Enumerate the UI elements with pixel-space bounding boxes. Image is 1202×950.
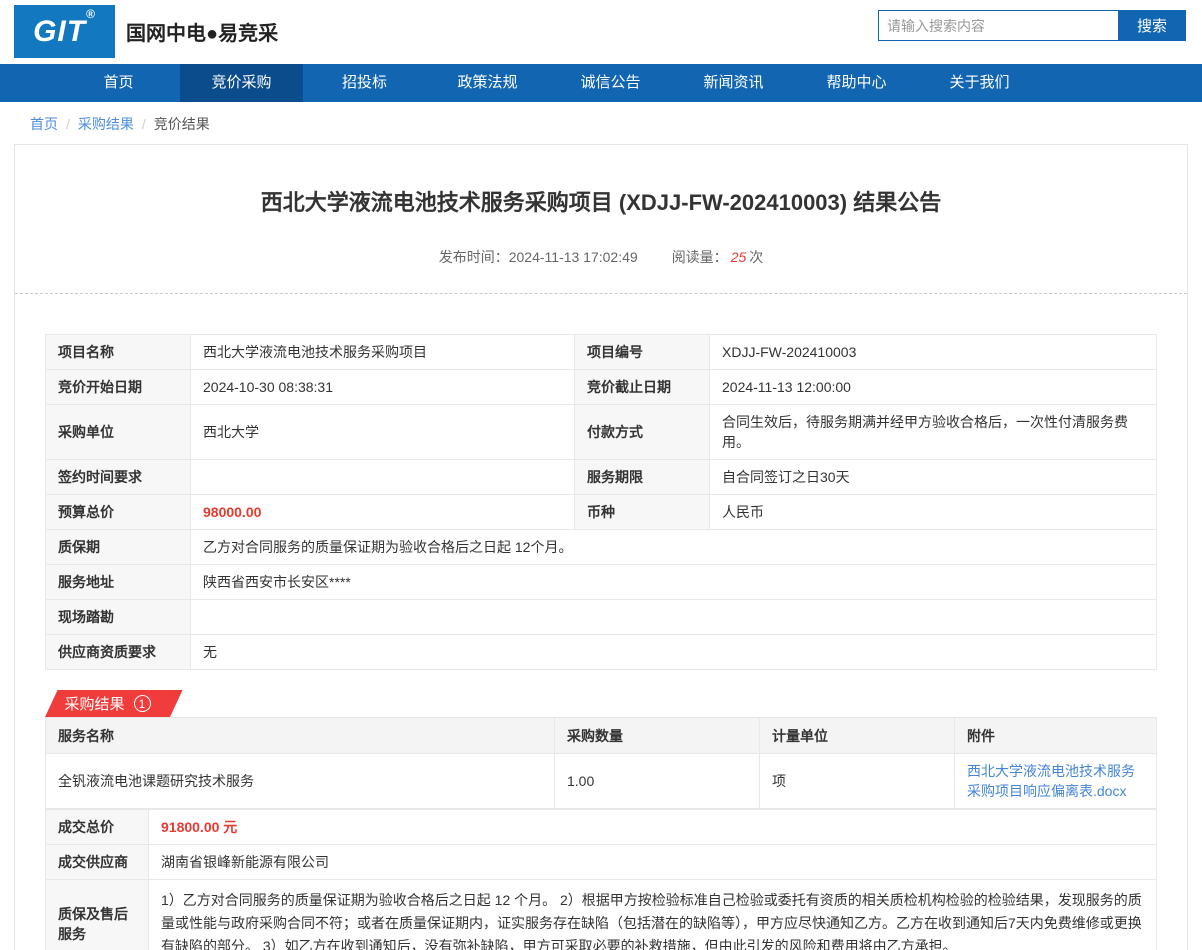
field-value: 2024-10-30 08:38:31 [191, 370, 575, 405]
site-title: 国网中电●易竞采 [126, 17, 278, 46]
site-logo[interactable]: GIT® [14, 5, 115, 58]
main-nav: 首页 竞价采购 招投标 政策法规 诚信公告 新闻资讯 帮助中心 关于我们 [0, 64, 1202, 102]
views-count: 25 [731, 249, 747, 265]
article-meta: 发布时间：2024-11-13 17:02:49 阅读量：25次 [45, 247, 1157, 267]
field-label: 成交供应商 [46, 845, 149, 880]
warranty-service-value: 1）乙方对合同服务的质量保证期为验收合格后之日起 12 个月。 2）根据甲方按检… [149, 880, 1157, 950]
field-label: 采购单位 [46, 405, 191, 460]
field-label: 竞价截止日期 [575, 370, 710, 405]
breadcrumb-section-link[interactable]: 采购结果 [78, 116, 134, 132]
dashed-divider [15, 293, 1187, 294]
table-row: 竞价开始日期 2024-10-30 08:38:31 竞价截止日期 2024-1… [46, 370, 1157, 405]
field-value: XDJJ-FW-202410003 [710, 335, 1157, 370]
deal-total-price-value: 91800.00 元 [149, 810, 1157, 845]
nav-item-policies[interactable]: 政策法规 [426, 64, 549, 102]
field-label: 预算总价 [46, 495, 191, 530]
views-unit: 次 [749, 249, 763, 265]
table-row: 供应商资质要求 无 [46, 635, 1157, 670]
budget-total-value: 98000.00 [191, 495, 575, 530]
deal-summary-table: 成交总价 91800.00 元 成交供应商 湖南省银峰新能源有限公司 质保及售后… [45, 809, 1157, 950]
search-bar: 搜索 [878, 10, 1186, 41]
search-input[interactable] [878, 10, 1118, 41]
table-row: 签约时间要求 服务期限 自合同签订之日30天 [46, 460, 1157, 495]
field-label: 现场踏勘 [46, 600, 191, 635]
views-label: 阅读量： [672, 249, 728, 265]
content-card: 西北大学液流电池技术服务采购项目 (XDJJ-FW-202410003) 结果公… [14, 144, 1188, 950]
table-header-row: 服务名称 采购数量 计量单位 附件 [46, 718, 1157, 754]
field-label: 服务地址 [46, 565, 191, 600]
result-badge-label: 采购结果 [64, 693, 124, 714]
field-value [191, 460, 575, 495]
field-label: 供应商资质要求 [46, 635, 191, 670]
field-value: 乙方对合同服务的质量保证期为验收合格后之日起 12个月。 [191, 530, 1157, 565]
field-value: 西北大学 [191, 405, 575, 460]
breadcrumb-home-link[interactable]: 首页 [30, 116, 58, 132]
result-badge-number: 1 [134, 695, 151, 712]
nav-item-news[interactable]: 新闻资讯 [672, 64, 795, 102]
field-label: 质保期 [46, 530, 191, 565]
table-row: 采购单位 西北大学 付款方式 合同生效后，待服务期满并经甲方验收合格后，一次性付… [46, 405, 1157, 460]
column-header-attachment: 附件 [955, 718, 1157, 754]
nav-item-integrity-notices[interactable]: 诚信公告 [549, 64, 672, 102]
field-label: 竞价开始日期 [46, 370, 191, 405]
field-label: 质保及售后服务 [46, 880, 149, 950]
nav-item-home[interactable]: 首页 [57, 64, 180, 102]
field-value: 西北大学液流电池技术服务采购项目 [191, 335, 575, 370]
procurement-result-section-header: 采购结果 1 [45, 690, 195, 717]
result-table: 服务名称 采购数量 计量单位 附件 全钒液流电池课题研究技术服务 1.00 项 … [45, 717, 1157, 809]
field-value: 合同生效后，待服务期满并经甲方验收合格后，一次性付清服务费用。 [710, 405, 1157, 460]
breadcrumb-separator: / [142, 116, 146, 132]
publish-time-value: 2024-11-13 17:02:49 [509, 249, 638, 265]
attachment-cell: 西北大学液流电池技术服务采购项目响应偏离表.docx [955, 754, 1157, 809]
page-title: 西北大学液流电池技术服务采购项目 (XDJJ-FW-202410003) 结果公… [45, 185, 1157, 217]
field-label: 项目编号 [575, 335, 710, 370]
breadcrumb: 首页 / 采购结果 / 竞价结果 [0, 102, 1202, 144]
top-header: GIT® 国网中电●易竞采 搜索 [0, 0, 1202, 64]
nav-item-tendering[interactable]: 招投标 [303, 64, 426, 102]
table-row: 项目名称 西北大学液流电池技术服务采购项目 项目编号 XDJJ-FW-20241… [46, 335, 1157, 370]
field-label: 币种 [575, 495, 710, 530]
table-row: 现场踏勘 [46, 600, 1157, 635]
search-button[interactable]: 搜索 [1118, 10, 1186, 41]
logo-text: GIT® [33, 15, 96, 49]
table-row: 质保期 乙方对合同服务的质量保证期为验收合格后之日起 12个月。 [46, 530, 1157, 565]
breadcrumb-separator: / [66, 116, 70, 132]
result-badge: 采购结果 1 [45, 690, 170, 717]
column-header-service-name: 服务名称 [46, 718, 555, 754]
attachment-download-link[interactable]: 西北大学液流电池技术服务采购项目响应偏离表.docx [967, 763, 1135, 799]
field-label: 成交总价 [46, 810, 149, 845]
column-header-quantity: 采购数量 [555, 718, 760, 754]
table-row: 质保及售后服务 1）乙方对合同服务的质量保证期为验收合格后之日起 12 个月。 … [46, 880, 1157, 950]
unit-cell: 项 [760, 754, 955, 809]
table-row: 预算总价 98000.00 币种 人民币 [46, 495, 1157, 530]
table-row: 成交供应商 湖南省银峰新能源有限公司 [46, 845, 1157, 880]
breadcrumb-current: 竞价结果 [154, 116, 210, 132]
field-value: 自合同签订之日30天 [710, 460, 1157, 495]
field-value [191, 600, 1157, 635]
field-label: 服务期限 [575, 460, 710, 495]
field-value: 陕西省西安市长安区**** [191, 565, 1157, 600]
service-name-cell: 全钒液流电池课题研究技术服务 [46, 754, 555, 809]
table-row: 全钒液流电池课题研究技术服务 1.00 项 西北大学液流电池技术服务采购项目响应… [46, 754, 1157, 809]
quantity-cell: 1.00 [555, 754, 760, 809]
publish-time-label: 发布时间： [439, 249, 509, 265]
field-label: 项目名称 [46, 335, 191, 370]
project-detail-table: 项目名称 西北大学液流电池技术服务采购项目 项目编号 XDJJ-FW-20241… [45, 334, 1157, 670]
field-label: 签约时间要求 [46, 460, 191, 495]
field-value: 2024-11-13 12:00:00 [710, 370, 1157, 405]
nav-item-bidding-purchase[interactable]: 竞价采购 [180, 64, 303, 102]
column-header-unit: 计量单位 [760, 718, 955, 754]
table-row: 服务地址 陕西省西安市长安区**** [46, 565, 1157, 600]
field-value: 人民币 [710, 495, 1157, 530]
nav-item-about-us[interactable]: 关于我们 [918, 64, 1041, 102]
field-value: 无 [191, 635, 1157, 670]
nav-item-help-center[interactable]: 帮助中心 [795, 64, 918, 102]
winning-supplier-value: 湖南省银峰新能源有限公司 [149, 845, 1157, 880]
field-label: 付款方式 [575, 405, 710, 460]
registered-mark-icon: ® [86, 7, 96, 21]
table-row: 成交总价 91800.00 元 [46, 810, 1157, 845]
